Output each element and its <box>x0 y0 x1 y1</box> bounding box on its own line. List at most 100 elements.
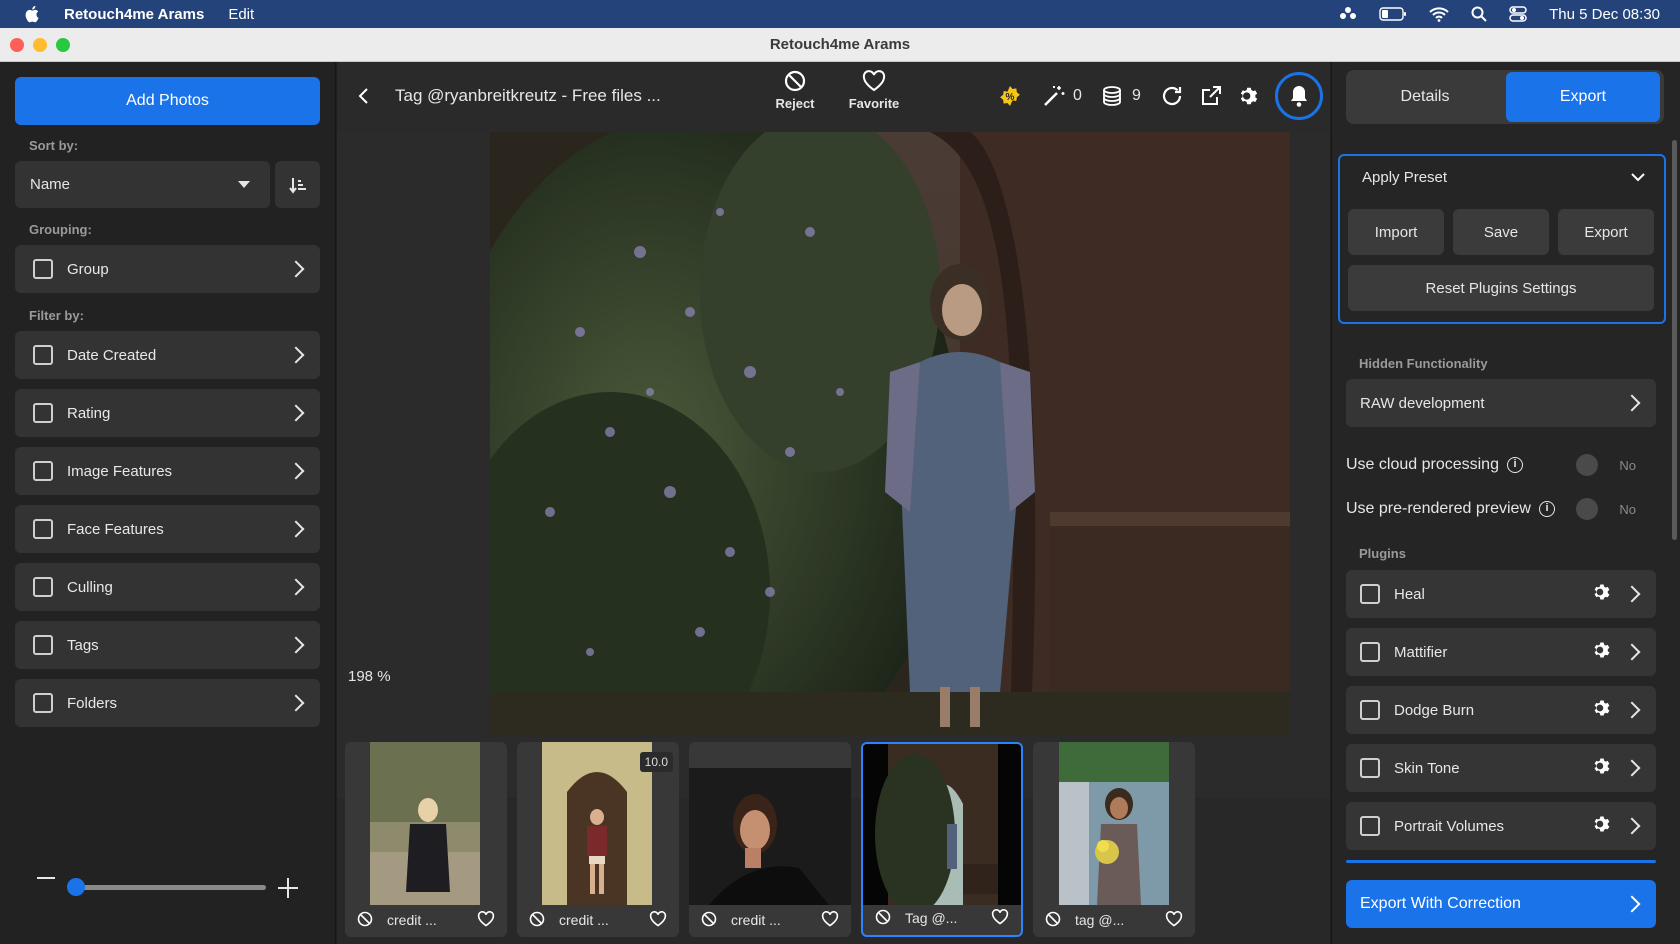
reject-icon[interactable] <box>875 909 891 928</box>
reject-icon[interactable] <box>529 911 545 930</box>
notifications-bell-icon[interactable] <box>1275 72 1323 120</box>
filmstrip-thumbnail-selected[interactable]: Tag @... <box>861 742 1023 937</box>
filter-culling[interactable]: Culling <box>15 563 320 611</box>
open-external-icon[interactable] <box>1198 83 1224 109</box>
filter-checkbox[interactable] <box>33 635 53 655</box>
plugin-checkbox[interactable] <box>1360 700 1380 720</box>
slider-thumb[interactable] <box>67 878 85 896</box>
heart-icon[interactable] <box>477 910 495 930</box>
sort-select[interactable]: Name <box>15 161 270 208</box>
raw-development-row[interactable]: RAW development <box>1346 379 1656 427</box>
menubar-edit[interactable]: Edit <box>228 6 254 23</box>
minimize-window-button[interactable] <box>33 38 47 52</box>
control-center-icon[interactable] <box>1509 6 1527 22</box>
stack-icon[interactable] <box>1099 83 1125 109</box>
filter-checkbox[interactable] <box>33 693 53 713</box>
plugin-dodge-burn[interactable]: Dodge Burn <box>1346 686 1656 734</box>
filmstrip-thumbnail[interactable]: credit ... <box>689 742 851 937</box>
filter-date-created[interactable]: Date Created <box>15 331 320 379</box>
reset-plugins-button[interactable]: Reset Plugins Settings <box>1348 265 1654 311</box>
apple-icon[interactable] <box>22 5 44 23</box>
filmstrip-thumbnail[interactable]: tag @... <box>1033 742 1195 937</box>
filter-rating[interactable]: Rating <box>15 389 320 437</box>
filmstrip-thumbnail[interactable]: credit ... <box>345 742 507 937</box>
heart-icon[interactable] <box>821 910 839 930</box>
close-window-button[interactable] <box>10 38 24 52</box>
group-checkbox[interactable] <box>33 259 53 279</box>
add-photos-button[interactable]: Add Photos <box>15 77 320 125</box>
apply-preset-select[interactable]: Apply Preset <box>1362 169 1447 186</box>
tab-export[interactable]: Export <box>1506 72 1660 122</box>
chevron-right-icon[interactable] <box>1623 701 1641 719</box>
plugin-mattifier[interactable]: Mattifier <box>1346 628 1656 676</box>
spotlight-search-icon[interactable] <box>1471 6 1487 22</box>
plugin-checkbox[interactable] <box>1360 816 1380 836</box>
battery-icon[interactable] <box>1379 7 1407 21</box>
filmstrip-thumbnail[interactable]: 10.0 credit ... <box>517 742 679 937</box>
filter-folders[interactable]: Folders <box>15 679 320 727</box>
chevron-right-icon[interactable] <box>1623 643 1641 661</box>
menubar-app-name[interactable]: Retouch4me Arams <box>64 6 204 23</box>
info-icon[interactable]: i <box>1506 457 1523 473</box>
filter-checkbox[interactable] <box>33 461 53 481</box>
filter-checkbox[interactable] <box>33 519 53 539</box>
chevron-right-icon[interactable] <box>1623 759 1641 777</box>
save-preset-button[interactable]: Save <box>1453 209 1549 255</box>
plugin-checkbox[interactable] <box>1360 642 1380 662</box>
reject-icon[interactable] <box>1045 911 1061 930</box>
right-panel-scrollbar[interactable] <box>1672 140 1677 540</box>
filter-image-features[interactable]: Image Features <box>15 447 320 495</box>
heart-icon[interactable] <box>649 910 667 930</box>
filter-checkbox[interactable] <box>33 403 53 423</box>
reject-button[interactable]: Reject <box>769 70 821 126</box>
heart-icon <box>862 70 886 92</box>
refresh-icon[interactable] <box>1159 83 1185 109</box>
import-preset-button[interactable]: Import <box>1348 209 1444 255</box>
plugin-checkbox[interactable] <box>1360 758 1380 778</box>
reject-icon[interactable] <box>701 911 717 930</box>
premium-badge-icon[interactable]: % <box>999 85 1021 107</box>
plugin-skin-tone[interactable]: Skin Tone <box>1346 744 1656 792</box>
group-row[interactable]: Group <box>15 245 320 293</box>
filter-checkbox[interactable] <box>33 577 53 597</box>
plugin-heal[interactable]: Heal <box>1346 570 1656 618</box>
zoom-out-minus-icon[interactable] <box>37 877 55 879</box>
back-chevron-icon[interactable] <box>353 84 373 108</box>
filter-tags[interactable]: Tags <box>15 621 320 669</box>
chevron-down-icon[interactable] <box>1630 170 1646 188</box>
prerendered-preview-toggle[interactable] <box>1576 498 1598 520</box>
export-preset-button[interactable]: Export <box>1558 209 1654 255</box>
chevron-right-icon[interactable] <box>1623 585 1641 603</box>
zoom-window-button[interactable] <box>56 38 70 52</box>
zoom-in-plus-icon[interactable] <box>278 878 298 898</box>
cloud-processing-toggle[interactable] <box>1576 454 1598 476</box>
filter-checkbox[interactable] <box>33 345 53 365</box>
settings-gear-icon[interactable] <box>1236 83 1262 109</box>
reject-icon[interactable] <box>357 911 373 930</box>
favorite-button[interactable]: Favorite <box>843 70 905 126</box>
thumbnail-footer: credit ... <box>517 903 679 937</box>
filter-label: Folders <box>67 694 118 712</box>
plugin-settings-gear-icon[interactable] <box>1592 814 1612 839</box>
export-with-correction-button[interactable]: Export With Correction <box>1346 880 1656 928</box>
plugin-portrait-volumes[interactable]: Portrait Volumes <box>1346 802 1656 850</box>
plugin-settings-gear-icon[interactable] <box>1592 640 1612 665</box>
sort-order-button[interactable] <box>275 161 320 208</box>
chevron-right-icon[interactable] <box>1623 817 1641 835</box>
wifi-icon[interactable] <box>1429 6 1449 22</box>
magic-wand-icon[interactable] <box>1041 83 1067 109</box>
info-icon[interactable]: i <box>1538 501 1555 517</box>
plugin-settings-gear-icon[interactable] <box>1592 756 1612 781</box>
filter-face-features[interactable]: Face Features <box>15 505 320 553</box>
plugin-settings-gear-icon[interactable] <box>1592 698 1612 723</box>
control-center-people-icon[interactable] <box>1339 6 1357 22</box>
main-photo[interactable] <box>490 132 1290 736</box>
heart-icon[interactable] <box>1165 910 1183 930</box>
heart-icon[interactable] <box>991 908 1009 928</box>
menubar-datetime[interactable]: Thu 5 Dec 08:30 <box>1549 6 1660 23</box>
image-viewer[interactable]: 198 % <box>337 132 1330 798</box>
plugin-checkbox[interactable] <box>1360 584 1380 604</box>
tab-details[interactable]: Details <box>1350 72 1500 122</box>
plugin-settings-gear-icon[interactable] <box>1592 582 1612 607</box>
thumbnail-size-slider[interactable] <box>76 885 266 890</box>
